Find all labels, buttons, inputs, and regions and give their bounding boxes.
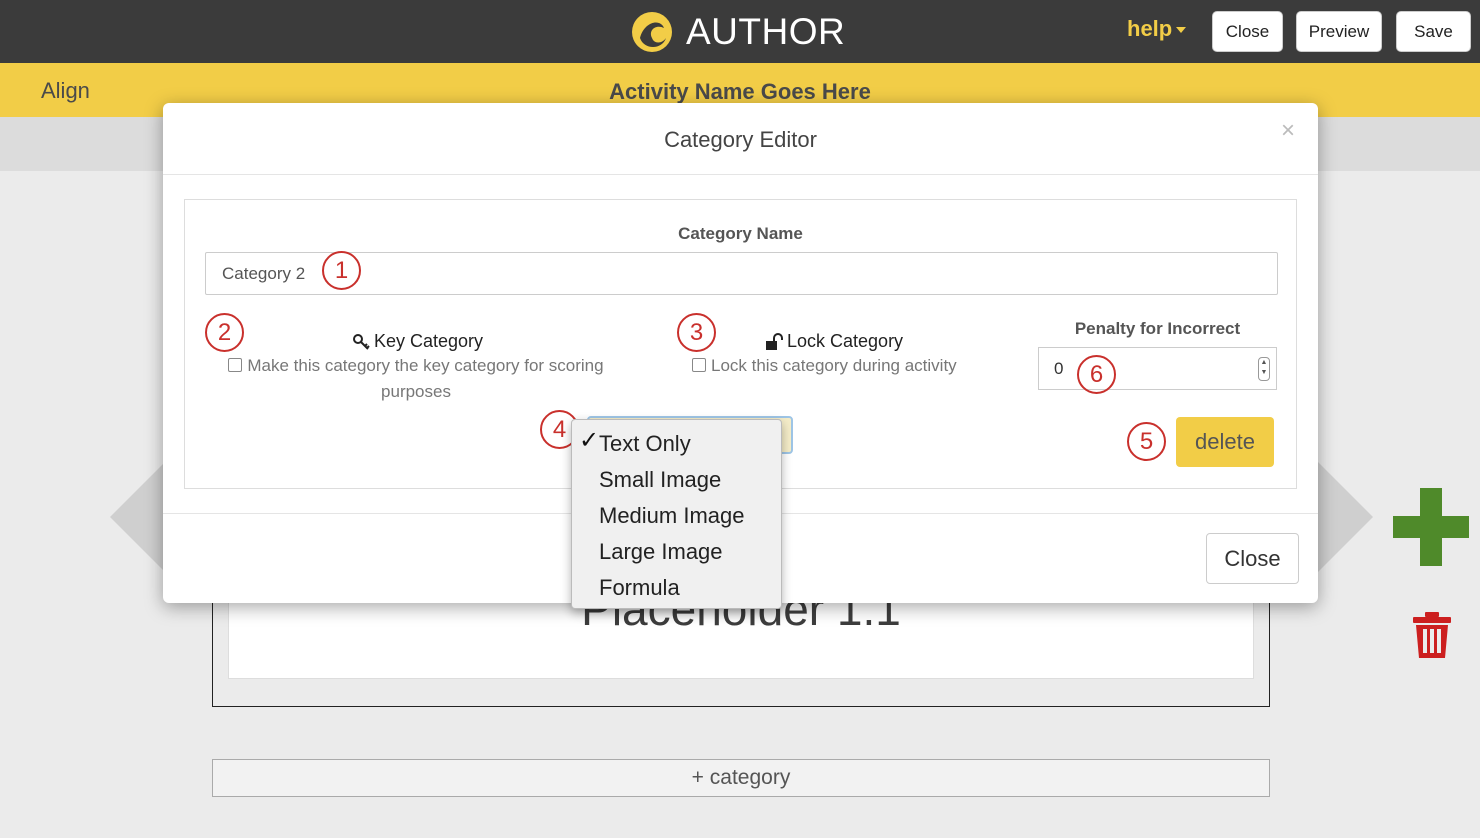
callout-1: 1 [322, 251, 361, 290]
previous-arrow-icon[interactable] [110, 462, 165, 572]
unlock-icon [766, 332, 783, 350]
callout-5: 5 [1127, 422, 1166, 461]
penalty-label: Penalty for Incorrect [1074, 319, 1241, 338]
add-category-button[interactable]: + category [212, 759, 1270, 797]
option-formula[interactable]: Formula [599, 575, 680, 601]
brand: AUTHOR [628, 8, 845, 56]
key-category-checkbox[interactable] [228, 358, 243, 372]
category-name-value: Category 2 [222, 263, 306, 283]
key-category-label: Key Category [374, 331, 484, 351]
save-button[interactable]: Save [1396, 11, 1471, 52]
key-icon [353, 333, 370, 350]
checkmark-icon: ✓ [579, 427, 600, 454]
modal-close-button[interactable]: Close [1206, 533, 1299, 584]
lock-category-label: Lock Category [787, 331, 904, 351]
key-category-option[interactable]: Make this category the key category for … [215, 353, 617, 405]
help-label[interactable]: help [1127, 16, 1172, 41]
lock-category-title: Lock Category [765, 331, 903, 352]
callout-2: 2 [205, 313, 244, 352]
brand-name: AUTHOR [686, 11, 846, 52]
activity-name[interactable]: Activity Name Goes Here [0, 79, 1480, 105]
lock-category-description: Lock this category during activity [711, 356, 957, 375]
option-text-only[interactable]: Text Only [599, 431, 691, 457]
option-small-image[interactable]: Small Image [599, 467, 721, 493]
category-name-label: Category Name [678, 224, 803, 243]
help-menu[interactable]: help [1127, 16, 1187, 42]
lock-category-checkbox[interactable] [692, 358, 706, 372]
divider [163, 174, 1318, 175]
modal-title: Category Editor [664, 127, 817, 152]
top-bar: AUTHOR help Close Preview Save [0, 0, 1480, 63]
close-button[interactable]: Close [1212, 11, 1283, 52]
key-category-description: Make this category the key category for … [247, 356, 604, 401]
author-logo-icon [632, 12, 672, 52]
callout-3: 3 [677, 313, 716, 352]
preview-button[interactable]: Preview [1296, 11, 1382, 52]
plus-icon[interactable] [1393, 488, 1469, 566]
lock-category-option[interactable]: Lock this category during activity [692, 353, 992, 379]
caret-down-icon [1176, 27, 1187, 34]
delete-button[interactable]: delete [1176, 417, 1274, 467]
key-category-title: Key Category [352, 331, 483, 352]
category-name-input[interactable]: Category 2 [205, 252, 1278, 295]
penalty-input[interactable]: 0 ▲ ▼ [1038, 347, 1277, 390]
penalty-value: 0 [1054, 358, 1064, 378]
next-arrow-icon[interactable] [1318, 462, 1373, 572]
content-type-dropdown: ✓ Text Only Small Image Medium Image Lar… [571, 419, 782, 609]
spinner-icon[interactable]: ▲ ▼ [1258, 357, 1270, 381]
option-medium-image[interactable]: Medium Image [599, 503, 745, 529]
close-icon[interactable]: × [1281, 117, 1295, 145]
option-large-image[interactable]: Large Image [599, 539, 723, 565]
callout-6: 6 [1077, 355, 1116, 394]
trash-icon[interactable] [1412, 612, 1452, 658]
